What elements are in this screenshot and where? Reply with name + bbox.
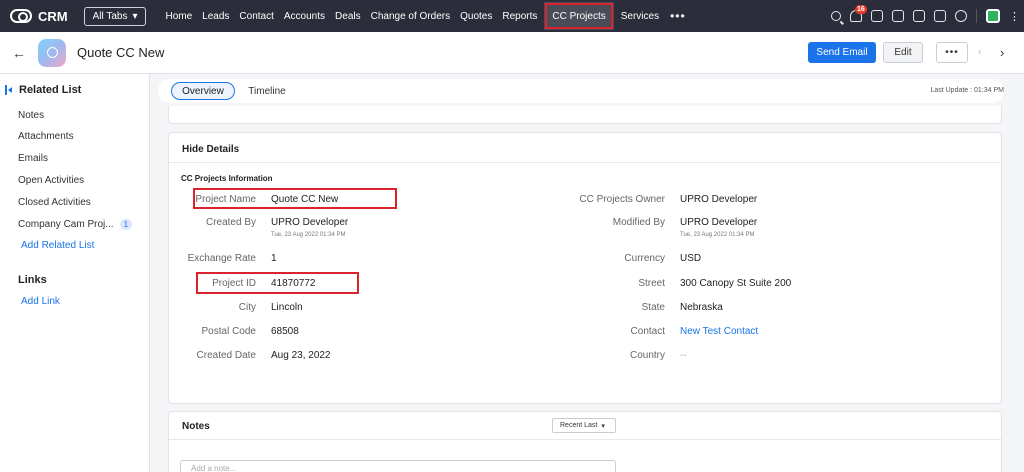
app-name: CRM xyxy=(38,8,68,24)
nav-leads[interactable]: Leads xyxy=(197,0,234,32)
contact-link[interactable]: New Test Contact xyxy=(680,326,758,337)
field-label: Country xyxy=(629,350,665,361)
nav-quotes[interactable]: Quotes xyxy=(455,0,497,32)
add-related-list-link[interactable]: Add Related List xyxy=(21,240,94,251)
nav-contact[interactable]: Contact xyxy=(234,0,278,32)
nav-home[interactable]: Home xyxy=(160,0,197,32)
owner-value[interactable]: UPRO Developer xyxy=(680,194,757,205)
add-link-link[interactable]: Add Link xyxy=(21,296,60,307)
all-tabs-label: All Tabs xyxy=(92,10,128,22)
sidebar-item-company-cam-projects[interactable]: Company Cam Proj... 1 xyxy=(18,219,133,230)
crm-logo[interactable]: CRM xyxy=(10,9,68,24)
nav-services[interactable]: Services xyxy=(616,0,664,32)
add-note-input[interactable]: Add a note... xyxy=(180,460,616,472)
details-card: Hide Details xyxy=(168,132,1002,404)
street-value[interactable]: 300 Canopy St Suite 200 xyxy=(680,278,791,289)
next-record-icon[interactable]: › xyxy=(1000,45,1004,60)
notes-sort-dropdown[interactable]: Recent Last ▾ xyxy=(552,418,616,433)
exchange-rate-value[interactable]: 1 xyxy=(271,253,277,264)
highlight-project-id xyxy=(196,272,359,294)
field-label: City xyxy=(238,302,256,313)
sidebar-item-emails[interactable]: Emails xyxy=(18,153,48,164)
field-label: Currency xyxy=(624,253,665,264)
back-arrow-icon[interactable]: ← xyxy=(12,45,26,61)
record-avatar-icon xyxy=(38,38,66,67)
settings-gear-icon[interactable] xyxy=(955,10,967,22)
currency-value[interactable]: USD xyxy=(680,253,701,264)
field-label: Contact xyxy=(630,326,665,337)
section-title: CC Projects Information xyxy=(181,174,273,183)
sidebar-item-attachments[interactable]: Attachments xyxy=(18,131,74,142)
nav-accounts[interactable]: Accounts xyxy=(279,0,330,32)
modified-by-value[interactable]: UPRO Developer xyxy=(680,217,757,228)
edit-button[interactable]: Edit xyxy=(883,42,923,63)
details-card-header xyxy=(169,133,1001,163)
hide-details-toggle[interactable]: Hide Details xyxy=(182,144,239,155)
field-label: CC Projects Owner xyxy=(579,194,665,205)
highlight-project-name xyxy=(193,188,397,209)
field-label: State xyxy=(641,302,665,313)
caret-down-icon: ▾ xyxy=(601,422,605,430)
top-navigation: CRM All Tabs ▾ Home Leads Contact Accoun… xyxy=(0,0,1024,32)
nav-change-of-orders[interactable]: Change of Orders xyxy=(366,0,456,32)
sidebar-item-notes[interactable]: Notes xyxy=(18,110,44,121)
related-list-sidebar: Related List Notes Attachments Emails Op… xyxy=(0,74,150,472)
created-by-value[interactable]: UPRO Developer xyxy=(271,217,348,228)
app-grid-icon[interactable]: ⋮ xyxy=(1009,10,1020,23)
record-title: Quote CC New xyxy=(77,45,165,60)
city-value[interactable]: Lincoln xyxy=(271,302,303,313)
created-by-timestamp: Tue, 23 Aug 2022 01:34 PM xyxy=(271,232,346,238)
marketplace-icon[interactable] xyxy=(934,10,946,22)
nav-utilities: 16 ⋮ xyxy=(831,0,1020,32)
crm-logo-icon xyxy=(10,9,32,23)
related-list-heading[interactable]: Related List xyxy=(5,84,81,96)
notification-count: 16 xyxy=(855,5,867,14)
nav-deals[interactable]: Deals xyxy=(330,0,366,32)
field-label: Created Date xyxy=(196,350,256,361)
tab-overview[interactable]: Overview xyxy=(171,82,235,100)
field-label: Postal Code xyxy=(201,326,256,337)
module-tabs: Home Leads Contact Accounts Deals Change… xyxy=(160,0,691,32)
links-heading: Links xyxy=(18,274,47,286)
modified-by-timestamp: Tue, 23 Aug 2022 01:34 PM xyxy=(680,232,755,238)
search-icon[interactable] xyxy=(831,11,841,21)
all-tabs-dropdown[interactable]: All Tabs ▾ xyxy=(83,6,147,26)
postal-code-value[interactable]: 68508 xyxy=(271,326,299,337)
country-value[interactable]: -- xyxy=(680,350,687,361)
notification-bell-icon[interactable]: 16 xyxy=(850,5,867,22)
count-badge: 1 xyxy=(119,219,133,230)
mail-icon[interactable] xyxy=(913,10,925,22)
field-label: Street xyxy=(638,278,665,289)
send-email-button[interactable]: Send Email xyxy=(808,42,876,63)
nav-more-icon[interactable]: ••• xyxy=(664,9,692,23)
collapse-panel-icon[interactable] xyxy=(5,85,13,95)
nav-reports[interactable]: Reports xyxy=(497,0,542,32)
calendar-icon[interactable] xyxy=(892,10,904,22)
sidebar-item-open-activities[interactable]: Open Activities xyxy=(18,175,84,186)
previous-record-icon[interactable]: ‹ xyxy=(978,46,982,58)
record-header: ← Quote CC New Send Email Edit ••• ‹ › xyxy=(0,32,1024,74)
last-update-text: Last Update : 01:34 PM xyxy=(930,87,1004,94)
user-avatar[interactable] xyxy=(986,9,1000,23)
company-cam-label: Company Cam Proj... xyxy=(18,219,114,230)
nav-cc-projects[interactable]: CC Projects xyxy=(544,2,614,30)
create-record-icon[interactable] xyxy=(871,10,883,22)
tab-timeline[interactable]: Timeline xyxy=(236,82,298,100)
created-date-value[interactable]: Aug 23, 2022 xyxy=(271,350,331,361)
notes-sort-label: Recent Last xyxy=(560,422,598,429)
state-value[interactable]: Nebraska xyxy=(680,302,723,313)
notes-title: Notes xyxy=(182,421,210,432)
divider xyxy=(976,9,977,23)
field-label: Modified By xyxy=(612,217,665,228)
caret-down-icon: ▾ xyxy=(132,10,138,22)
related-list-label: Related List xyxy=(19,84,82,96)
more-actions-button[interactable]: ••• xyxy=(936,42,968,63)
sidebar-item-closed-activities[interactable]: Closed Activities xyxy=(18,197,91,208)
summary-card xyxy=(168,106,1002,124)
field-label: Created By xyxy=(205,217,256,228)
field-label: Exchange Rate xyxy=(187,253,256,264)
